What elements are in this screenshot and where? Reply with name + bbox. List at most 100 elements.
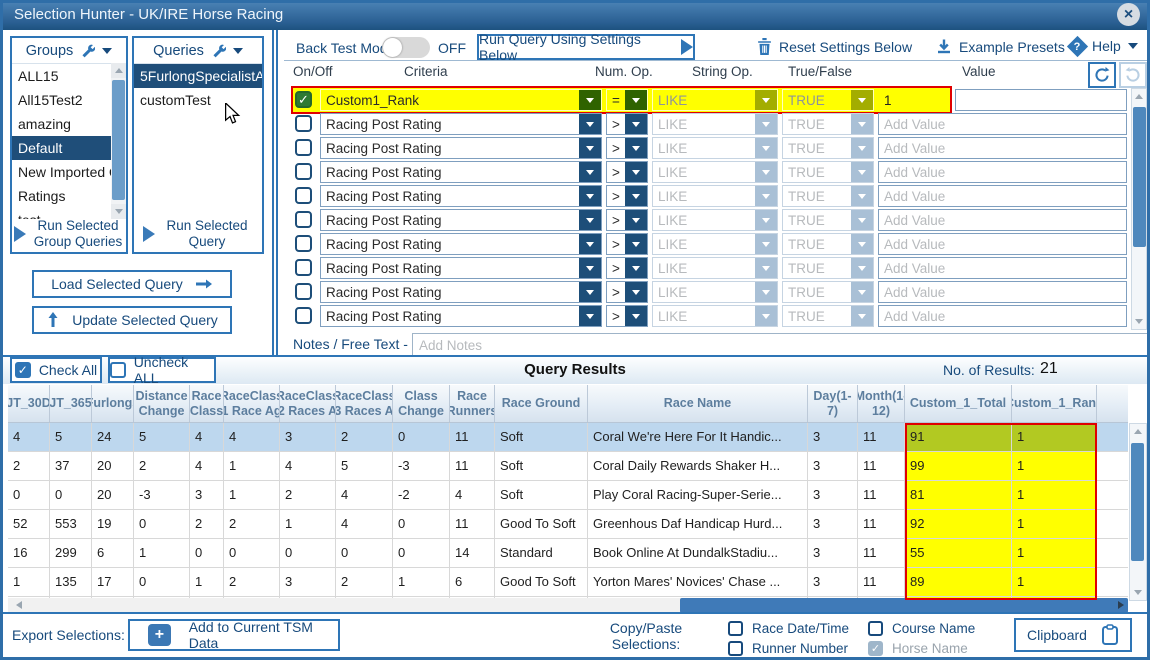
row-onoff-checkbox[interactable] (295, 139, 312, 156)
true-false-select[interactable]: TRUE (782, 89, 874, 111)
redo-button[interactable] (1119, 62, 1147, 88)
scroll-down-icon[interactable] (1130, 585, 1146, 600)
column-header[interactable]: Custom_1_Total (905, 385, 1012, 422)
num-op-select[interactable]: > (606, 209, 648, 231)
scrollbar-thumb[interactable] (112, 80, 125, 200)
value-input[interactable] (878, 137, 1127, 159)
column-header[interactable]: JT_365 (50, 385, 92, 422)
run-selected-query-button[interactable]: Run Selected Query (134, 218, 262, 250)
help-button[interactable]: ? Help (1070, 38, 1138, 54)
group-list-item[interactable]: ALL15 (12, 64, 111, 88)
scrollbar-thumb[interactable] (1133, 107, 1146, 247)
table-row[interactable]: 452454432011SoftCoral We're Here For It … (8, 423, 1128, 452)
num-op-select[interactable]: > (606, 305, 648, 327)
copy-option-runner-number[interactable]: Runner Number (728, 641, 848, 656)
group-list-item[interactable]: Default (12, 136, 111, 160)
unchecked-checkbox-icon[interactable] (728, 641, 743, 656)
back-test-toggle[interactable] (382, 37, 430, 58)
add-to-tsm-button[interactable]: + Add to Current TSM Data (128, 619, 340, 651)
column-header[interactable]: Distance Change (134, 385, 190, 422)
string-op-select[interactable]: LIKE (652, 233, 778, 255)
criteria-select[interactable]: Racing Post Rating (320, 305, 602, 327)
group-list-item[interactable]: Ratings (12, 184, 111, 208)
row-onoff-checkbox[interactable] (295, 259, 312, 276)
column-header[interactable]: Day(1-7) (808, 385, 858, 422)
query-list-item[interactable]: customTest (134, 88, 262, 112)
clipboard-button[interactable]: Clipboard (1014, 618, 1132, 652)
row-onoff-checkbox[interactable] (295, 307, 312, 324)
string-op-select[interactable]: LIKE (652, 185, 778, 207)
uncheck-all-button[interactable]: Uncheck ALL (108, 357, 216, 383)
string-op-select[interactable]: LIKE (652, 161, 778, 183)
value-input[interactable] (878, 89, 948, 111)
true-false-select[interactable]: TRUE (782, 161, 874, 183)
value-input[interactable] (878, 257, 1127, 279)
table-row[interactable]: 0020-33124-24SoftPlay Coral Racing-Super… (8, 481, 1128, 510)
string-op-select[interactable]: LIKE (652, 89, 778, 111)
table-row[interactable]: 16299610000014StandardBook Online At Dun… (8, 539, 1128, 568)
column-header[interactable]: Race Runners (450, 385, 495, 422)
string-op-select[interactable]: LIKE (652, 281, 778, 303)
scroll-up-icon[interactable] (1130, 424, 1146, 439)
query-list-item[interactable]: 5FurlongSpecialistA (134, 64, 262, 88)
criteria-select[interactable]: Racing Post Rating (320, 233, 602, 255)
column-header[interactable]: Furlongs (92, 385, 134, 422)
group-list-item[interactable]: New Imported Qu (12, 160, 111, 184)
column-header[interactable]: Month(1-12) (858, 385, 905, 422)
num-op-select[interactable]: > (606, 257, 648, 279)
results-horizontal-scrollbar[interactable] (8, 598, 1128, 613)
table-row[interactable]: 525531902214011Good To SoftGreenhous Daf… (8, 510, 1128, 539)
true-false-select[interactable]: TRUE (782, 113, 874, 135)
criteria-select[interactable]: Custom1_Rank (320, 89, 602, 111)
true-false-select[interactable]: TRUE (782, 185, 874, 207)
value-input[interactable] (878, 209, 1127, 231)
scroll-up-icon[interactable] (1132, 89, 1146, 104)
unchecked-checkbox-icon[interactable] (728, 621, 743, 636)
num-op-select[interactable]: = (606, 89, 648, 111)
reset-settings-button[interactable]: Reset Settings Below (757, 38, 912, 55)
value-input[interactable] (878, 161, 1127, 183)
row-onoff-checkbox[interactable] (295, 163, 312, 180)
close-icon[interactable]: × (1117, 3, 1140, 26)
row-onoff-checkbox[interactable] (295, 235, 312, 252)
scroll-right-icon[interactable] (1118, 601, 1124, 609)
string-op-select[interactable]: LIKE (652, 209, 778, 231)
scroll-left-icon[interactable] (16, 601, 22, 609)
scrollbar-thumb[interactable] (1131, 443, 1144, 561)
update-selected-query-button[interactable]: Update Selected Query (32, 306, 232, 334)
value-input[interactable] (878, 305, 1127, 327)
string-op-select[interactable]: LIKE (652, 137, 778, 159)
true-false-select[interactable]: TRUE (782, 257, 874, 279)
row-onoff-checkbox[interactable] (295, 211, 312, 228)
string-op-select[interactable]: LIKE (652, 113, 778, 135)
copy-option-race-date-time[interactable]: Race Date/Time (728, 621, 849, 636)
load-selected-query-button[interactable]: Load Selected Query (32, 270, 232, 298)
criteria-select[interactable]: Racing Post Rating (320, 209, 602, 231)
results-vertical-scrollbar[interactable] (1129, 423, 1147, 601)
num-op-select[interactable]: > (606, 113, 648, 135)
groups-scrollbar[interactable] (111, 63, 126, 219)
column-header[interactable]: JT_30D (8, 385, 50, 422)
column-header[interactable]: RaceClass 3 Races A (336, 385, 393, 422)
copy-option-horse-name[interactable]: ✓Horse Name (868, 641, 968, 656)
true-false-select[interactable]: TRUE (782, 209, 874, 231)
true-false-select[interactable]: TRUE (782, 305, 874, 327)
table-row[interactable]: 2372024145-311SoftCoral Daily Rewards Sh… (8, 452, 1128, 481)
string-op-select[interactable]: LIKE (652, 257, 778, 279)
column-header[interactable]: RaceClass 2 Races A (280, 385, 336, 422)
num-op-select[interactable]: > (606, 137, 648, 159)
table-row[interactable]: 1135170123216Good To SoftYorton Mares' N… (8, 568, 1128, 597)
column-header[interactable]: Race Class (190, 385, 224, 422)
run-group-queries-button[interactable]: Run Selected Group Queries (12, 218, 126, 250)
undo-button[interactable] (1088, 62, 1116, 88)
column-header[interactable]: Race Ground (495, 385, 588, 422)
criteria-select[interactable]: Racing Post Rating (320, 113, 602, 135)
num-op-select[interactable]: > (606, 233, 648, 255)
true-false-select[interactable]: TRUE (782, 233, 874, 255)
copy-option-course-name[interactable]: Course Name (868, 621, 975, 636)
scrollbar-thumb[interactable] (680, 598, 1128, 613)
value-input[interactable] (878, 281, 1127, 303)
run-query-button[interactable]: Run Query Using Settings Below (477, 34, 695, 60)
column-header[interactable]: Race Name (588, 385, 808, 422)
criteria-select[interactable]: Racing Post Rating (320, 137, 602, 159)
